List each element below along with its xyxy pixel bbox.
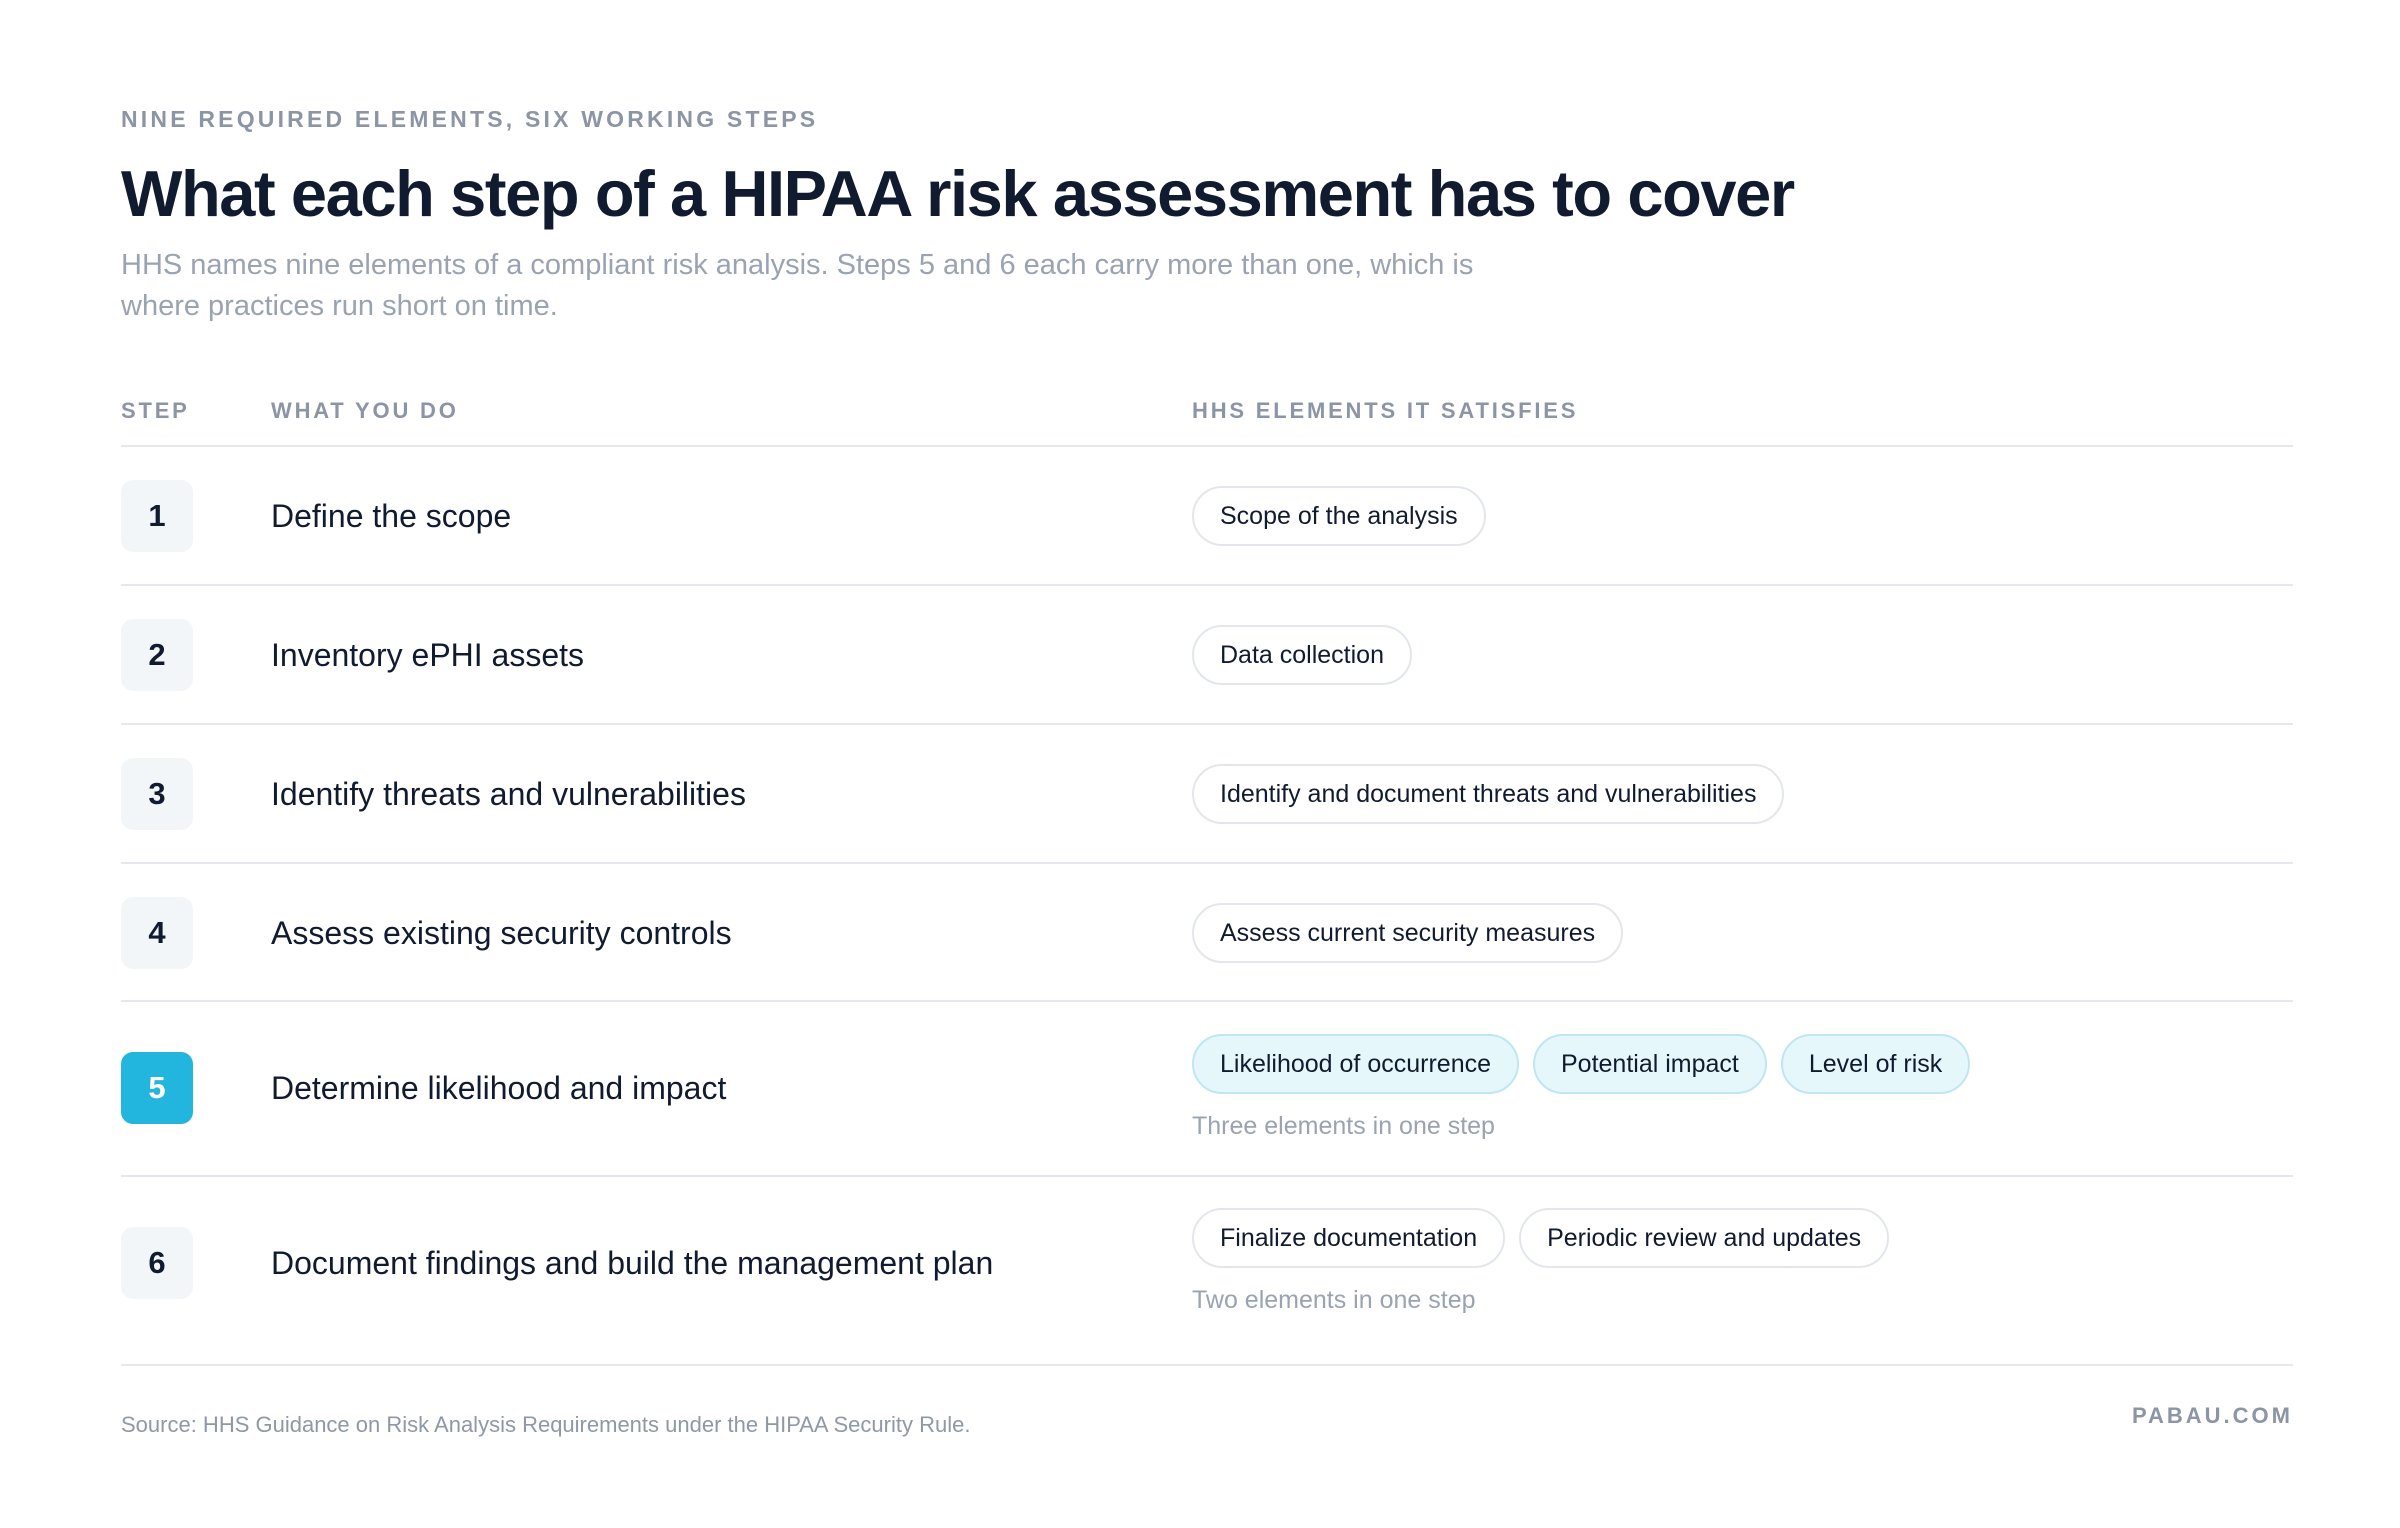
footer-divider	[121, 1364, 2293, 1366]
step-number-badge: 1	[121, 480, 193, 552]
step-action: Define the scope	[271, 498, 512, 534]
step-action: Determine likelihood and impact	[271, 1070, 727, 1106]
table-row: 6 Document findings and build the manage…	[121, 1177, 2293, 1365]
table-row: 1 Define the scope Scope of the analysis	[121, 447, 2293, 585]
page: NINE REQUIRED ELEMENTS, SIX WORKING STEP…	[121, 0, 2293, 1528]
column-header-action: WHAT YOU DO	[271, 398, 459, 423]
table-row-highlighted: 5 Determine likelihood and impact Likeli…	[121, 1002, 2293, 1174]
element-chip-group: Likelihood of occurrence Potential impac…	[1192, 1034, 1971, 1094]
step-number-badge: 2	[121, 619, 193, 691]
element-chip: Finalize documentation	[1192, 1208, 1506, 1268]
element-chip: Likelihood of occurrence	[1192, 1034, 1519, 1094]
column-header-step: STEP	[121, 398, 190, 423]
element-chip: Identify and document threats and vulner…	[1192, 764, 1785, 824]
element-chip-group: Data collection	[1192, 625, 1412, 685]
brand-wordmark: PABAU.COM	[2131, 1403, 2293, 1428]
step-number-badge: 6	[121, 1227, 193, 1299]
step-action: Inventory ePHI assets	[271, 637, 585, 673]
step-element-note: Two elements in one step	[1192, 1286, 1476, 1314]
page-subtitle: HHS names nine elements of a compliant r…	[121, 249, 1474, 322]
element-chip-group: Identify and document threats and vulner…	[1192, 764, 1785, 824]
element-chip: Periodic review and updates	[1519, 1208, 1890, 1268]
element-chip: Assess current security measures	[1192, 903, 1624, 963]
eyebrow-label: NINE REQUIRED ELEMENTS, SIX WORKING STEP…	[121, 106, 819, 132]
element-chip-group: Assess current security measures	[1192, 903, 1624, 963]
element-chip: Potential impact	[1533, 1034, 1767, 1094]
table-row: 3 Identify threats and vulnerabilities I…	[121, 725, 2293, 863]
step-element-note: Three elements in one step	[1192, 1112, 1495, 1140]
step-number-badge: 5	[121, 1052, 193, 1124]
element-chip: Level of risk	[1780, 1034, 1971, 1094]
step-action: Assess existing security controls	[271, 915, 732, 951]
step-number-badge: 4	[121, 897, 193, 969]
element-chip-group: Scope of the analysis	[1192, 486, 1486, 546]
element-chip: Scope of the analysis	[1192, 486, 1486, 546]
source-note: Source: HHS Guidance on Risk Analysis Re…	[121, 1412, 971, 1437]
column-header-elements: HHS ELEMENTS IT SATISFIES	[1192, 398, 1579, 423]
step-action: Identify threats and vulnerabilities	[271, 776, 746, 812]
step-action: Document findings and build the manageme…	[271, 1245, 994, 1281]
element-chip: Data collection	[1192, 625, 1412, 685]
table-row: 4 Assess existing security controls Asse…	[121, 864, 2293, 1002]
table-row: 2 Inventory ePHI assets Data collection	[121, 586, 2293, 724]
step-number-badge: 3	[121, 758, 193, 830]
page-title: What each step of a HIPAA risk assessmen…	[121, 157, 1795, 230]
element-chip-group: Finalize documentation Periodic review a…	[1192, 1208, 1890, 1268]
